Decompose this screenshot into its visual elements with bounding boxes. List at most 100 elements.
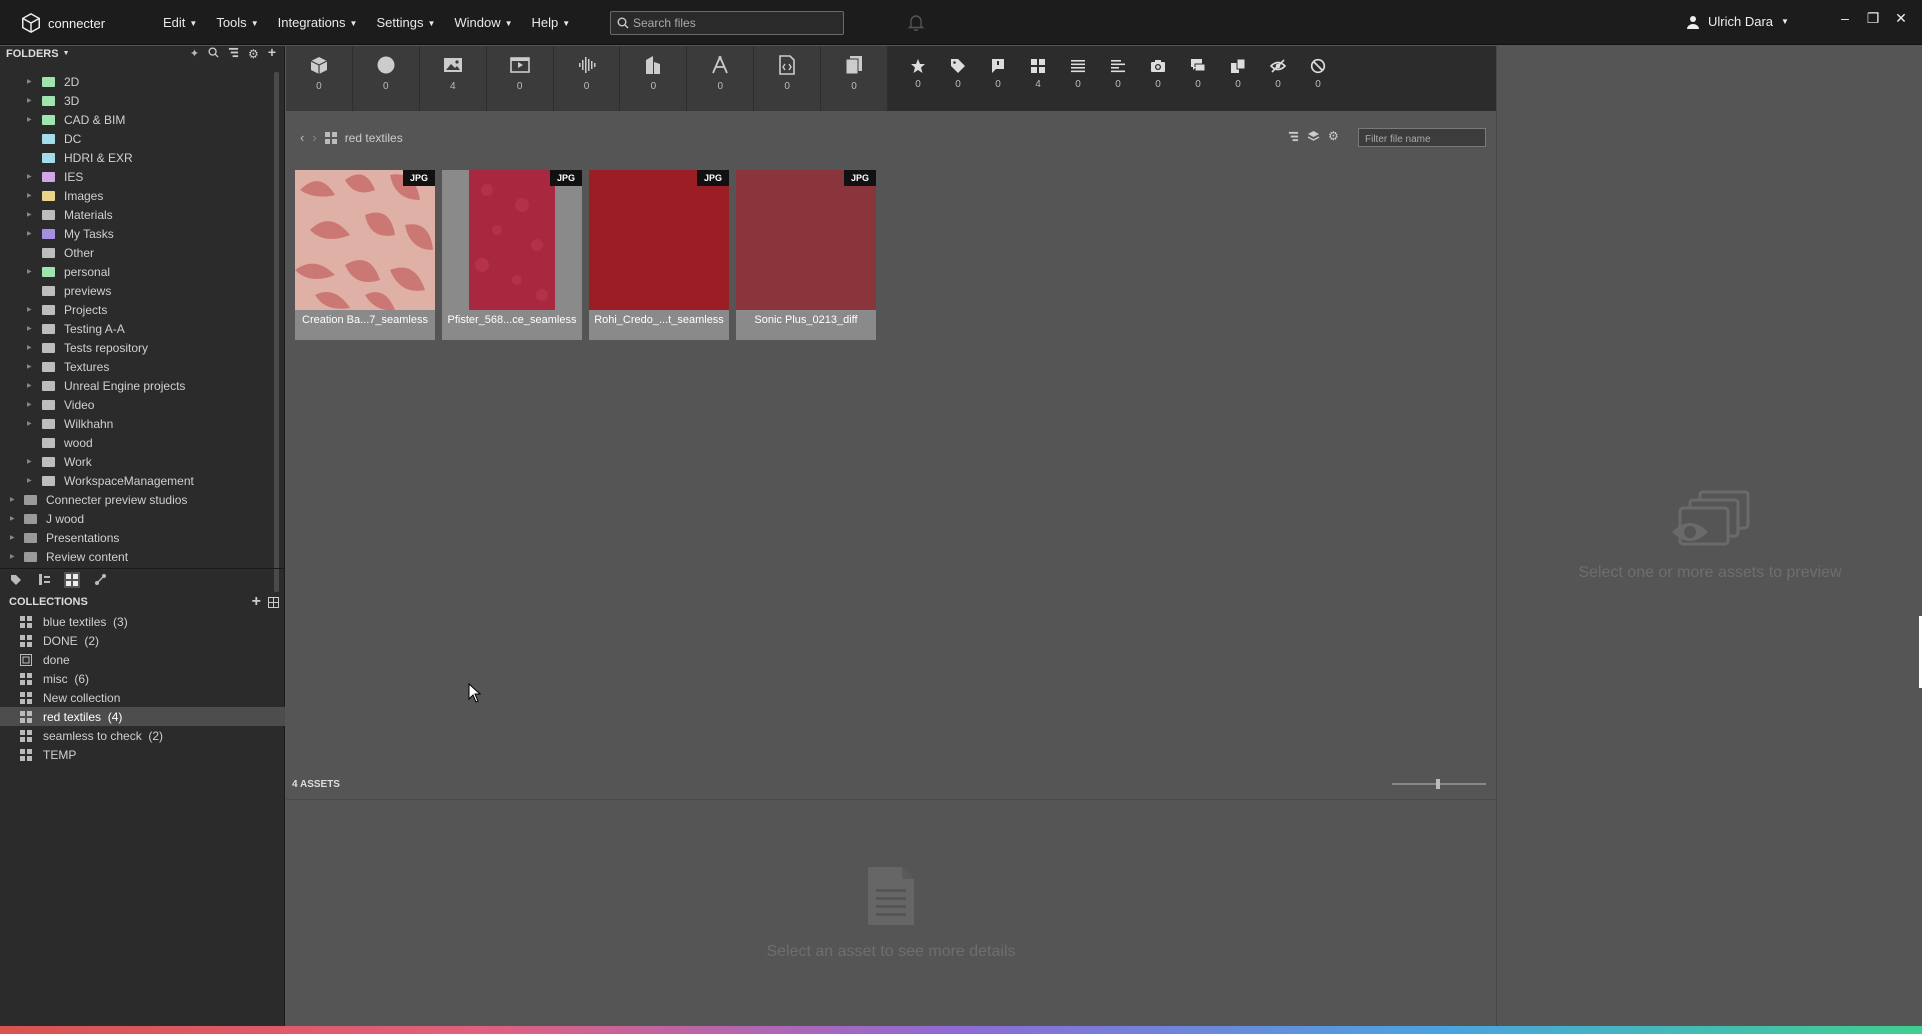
folder-item[interactable]: ▶ CAD & BIM (0, 110, 272, 129)
menu-help[interactable]: Help ▼ (532, 15, 571, 30)
expand-arrow-icon[interactable]: ▶ (10, 534, 15, 541)
folder-item[interactable]: ▶ Video (0, 395, 272, 414)
folder-item[interactable]: HDRI & EXR (0, 148, 272, 167)
close-icon[interactable]: ✕ (1894, 10, 1908, 27)
add-icon[interactable]: + (268, 45, 276, 61)
notifications-bell-icon[interactable] (907, 13, 925, 36)
type-filter-model-3d[interactable]: 0 (286, 46, 353, 111)
expand-arrow-icon[interactable]: ▶ (27, 458, 32, 465)
expand-arrow-icon[interactable]: ▶ (27, 477, 32, 484)
back-arrow-icon[interactable]: ‹ (300, 130, 304, 145)
expand-arrow-icon[interactable]: ▶ (27, 78, 32, 85)
sort-icon[interactable] (228, 47, 239, 58)
type-filter-audio[interactable]: 0 (554, 46, 621, 111)
expand-arrow-icon[interactable]: ▶ (27, 192, 32, 199)
meta-filter-star[interactable]: 0 (898, 46, 938, 111)
meta-filter-tag[interactable]: 0 (938, 46, 978, 111)
expand-arrow-icon[interactable]: ▶ (27, 211, 32, 218)
meta-filter-blocked[interactable]: 0 (1298, 46, 1338, 111)
folder-item[interactable]: ▶ Connecter preview studios (0, 490, 272, 509)
meta-filter-hidden[interactable]: 0 (1258, 46, 1298, 111)
menu-window[interactable]: Window ▼ (454, 15, 512, 30)
collection-item[interactable]: done (0, 650, 285, 669)
user-menu[interactable]: Ulrich Dara ▼ (1686, 14, 1789, 29)
folder-item[interactable]: ▶ IES (0, 167, 272, 186)
filter-file-name-input[interactable] (1359, 131, 1485, 148)
add-collection-icon[interactable]: + (252, 593, 261, 611)
folder-item[interactable]: DC (0, 129, 272, 148)
gear-icon[interactable]: ⚙ (248, 47, 259, 61)
meta-filter-duplicate[interactable]: 0 (1218, 46, 1258, 111)
folder-item[interactable]: ▶ Testing A-A (0, 319, 272, 338)
collection-view-icon[interactable] (268, 596, 279, 608)
folders-title[interactable]: FOLDERS (6, 48, 59, 60)
app-logo[interactable]: connecter (20, 12, 105, 34)
expand-arrow-icon[interactable]: ▶ (27, 306, 32, 313)
type-filter-material-sphere[interactable]: 0 (353, 46, 420, 111)
asset-card[interactable]: JPG Sonic Plus_0213_diff (736, 170, 876, 340)
forward-arrow-icon[interactable]: › (312, 130, 316, 145)
collections-tab-icon[interactable] (64, 571, 80, 588)
search-icon[interactable] (208, 46, 219, 58)
meta-filter-comment-flag[interactable]: 0 (978, 46, 1018, 111)
restore-icon[interactable]: ❐ (1866, 10, 1880, 27)
folder-item[interactable]: ▶ My Tasks (0, 224, 272, 243)
thumbnail-size-slider[interactable] (1392, 779, 1486, 789)
expand-arrow-icon[interactable]: ▶ (27, 363, 32, 370)
expand-arrow-icon[interactable]: ▶ (27, 116, 32, 123)
breadcrumb-current[interactable]: red textiles (345, 131, 403, 145)
minimize-icon[interactable]: – (1838, 10, 1852, 27)
folder-item[interactable]: ▶ Work (0, 452, 272, 471)
asset-card[interactable]: JPG Rohi_Credo_...t_seamless (589, 170, 729, 340)
menu-edit[interactable]: Edit ▼ (163, 15, 197, 30)
expand-arrow-icon[interactable]: ▶ (27, 344, 32, 351)
collection-item[interactable]: New collection (0, 688, 285, 707)
folder-item[interactable]: ▶ personal (0, 262, 272, 281)
menu-settings[interactable]: Settings ▼ (376, 15, 435, 30)
meta-filter-align-left[interactable]: 0 (1098, 46, 1138, 111)
folder-item[interactable]: wood (0, 433, 272, 452)
expand-arrow-icon[interactable]: ▶ (27, 173, 32, 180)
pin-icon[interactable]: ✦ (190, 47, 199, 61)
folder-item[interactable]: Other (0, 243, 272, 262)
folder-item[interactable]: ▶ Projects (0, 300, 272, 319)
expand-arrow-icon[interactable]: ▶ (27, 325, 32, 332)
sort-icon[interactable] (1288, 131, 1299, 142)
gear-icon[interactable]: ⚙ (1328, 129, 1339, 143)
meta-filter-list[interactable]: 0 (1058, 46, 1098, 111)
search-input[interactable] (633, 16, 833, 30)
menu-integrations[interactable]: Integrations ▼ (278, 15, 358, 30)
folder-item[interactable]: ▶ Unreal Engine projects (0, 376, 272, 395)
collection-item[interactable]: misc (6) (0, 669, 285, 688)
caret-down-icon[interactable]: ▼ (63, 50, 70, 57)
meta-filter-camera[interactable]: 0 (1138, 46, 1178, 111)
asset-card[interactable]: JPG Creation Ba...7_seamless (295, 170, 435, 340)
type-filter-code-file[interactable]: 0 (754, 46, 822, 111)
collection-item[interactable]: red textiles (4) (0, 707, 285, 726)
type-filter-image[interactable]: 4 (420, 46, 487, 111)
expand-arrow-icon[interactable]: ▶ (10, 553, 15, 560)
folder-scrollbar[interactable] (274, 72, 279, 592)
hierarchy-tab-icon[interactable] (36, 572, 52, 588)
folder-item[interactable]: ▶ Tests repository (0, 338, 272, 357)
meta-filter-collection[interactable]: 4 (1018, 46, 1058, 111)
folder-item[interactable]: ▶ 2D (0, 72, 272, 91)
type-filter-documents[interactable]: 0 (821, 46, 889, 111)
collection-item[interactable]: DONE (2) (0, 631, 285, 650)
expand-arrow-icon[interactable]: ▶ (10, 496, 15, 503)
collection-item[interactable]: TEMP (0, 745, 285, 764)
type-filter-vector-pen[interactable]: 0 (687, 46, 755, 111)
folder-item[interactable]: ▶ Textures (0, 357, 272, 376)
smart-collections-tab-icon[interactable] (92, 572, 108, 588)
folder-item[interactable]: ▶ J wood (0, 509, 272, 528)
asset-card[interactable]: JPG Pfister_568...ce_seamless (442, 170, 582, 340)
tags-tab-icon[interactable] (8, 572, 24, 588)
expand-arrow-icon[interactable]: ▶ (27, 401, 32, 408)
expand-arrow-icon[interactable]: ▶ (10, 515, 15, 522)
type-filter-architecture[interactable]: 0 (620, 46, 688, 111)
expand-arrow-icon[interactable]: ▶ (27, 97, 32, 104)
expand-arrow-icon[interactable]: ▶ (27, 382, 32, 389)
meta-filter-chat[interactable]: 0 (1178, 46, 1218, 111)
folder-item[interactable]: ▶ Presentations (0, 528, 272, 547)
folder-item[interactable]: previews (0, 281, 272, 300)
